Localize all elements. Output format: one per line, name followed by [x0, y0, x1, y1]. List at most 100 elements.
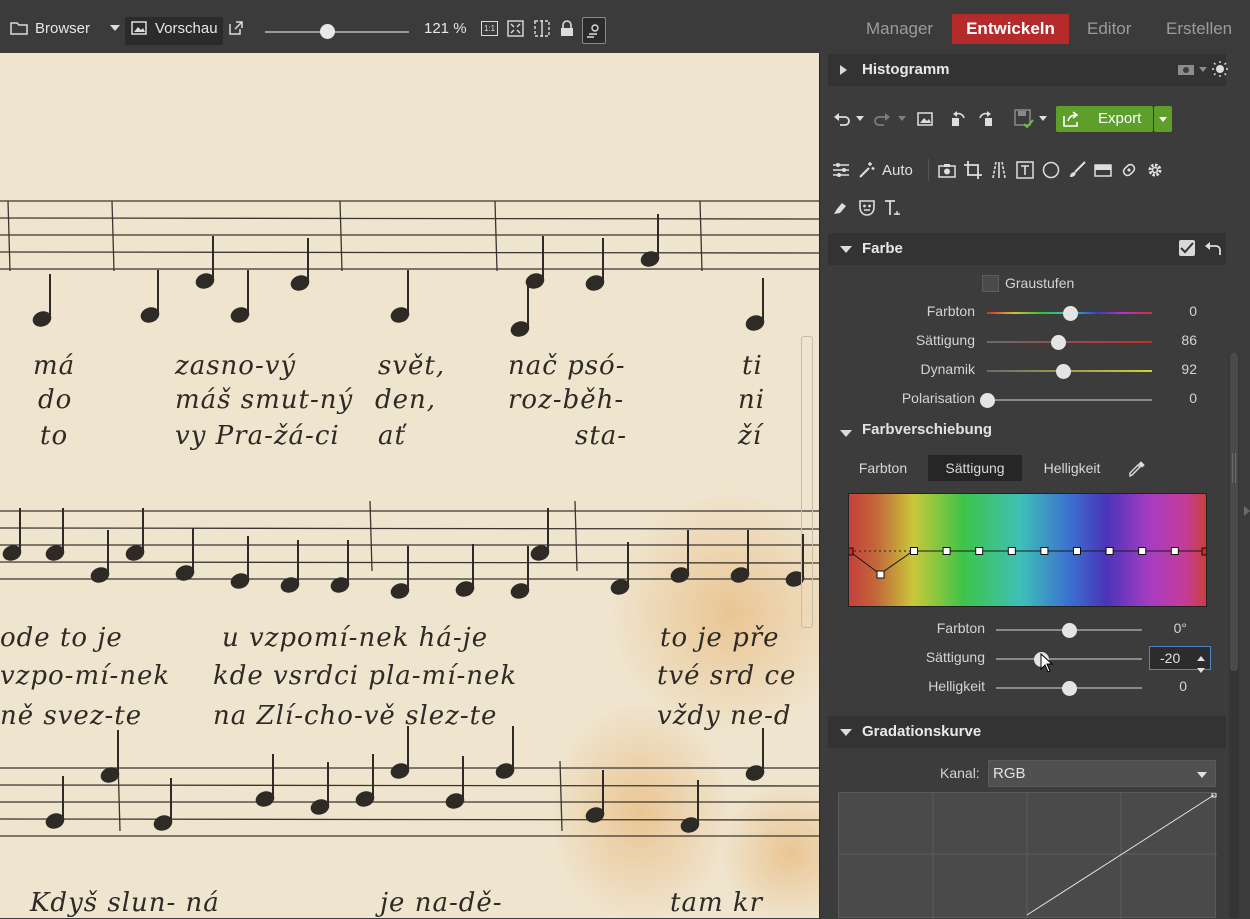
lyric-text: tvé srd ce [657, 661, 797, 691]
info-button[interactable] [582, 17, 606, 44]
slider-value: 92 [1181, 361, 1197, 377]
lyric-text: na Zlí-cho-vě slez-te [213, 701, 498, 731]
vorschau-group: Vorschau [131, 16, 218, 40]
slider-thumb[interactable] [1062, 681, 1077, 696]
slider-track[interactable] [996, 658, 1142, 660]
graustufen-label: Graustufen [1005, 275, 1075, 291]
slider-thumb[interactable] [1050, 335, 1066, 350]
collapse-arrow-icon [840, 729, 852, 736]
lyric-text: roz-běh- [508, 385, 625, 415]
mode-tab-manager[interactable]: Manager [866, 14, 933, 44]
subtab-helligkeit[interactable]: Helligkeit [1034, 455, 1110, 481]
chevron-down-icon [1159, 117, 1167, 122]
camera-icon[interactable] [1178, 62, 1194, 76]
mask-icon[interactable] [858, 199, 876, 217]
camera-icon[interactable] [938, 161, 956, 179]
mode-tab-editor[interactable]: Editor [1087, 14, 1131, 44]
fit-to-screen-button[interactable] [507, 16, 524, 40]
compare-button[interactable] [534, 16, 550, 40]
gradient-filter-icon[interactable] [1094, 161, 1112, 179]
collapse-arrow-icon [840, 430, 852, 437]
panel-collapse-arrow-icon[interactable] [1244, 503, 1250, 519]
sheet-music-image [0, 200, 819, 918]
zoom-slider-track[interactable] [265, 31, 409, 33]
image-icon[interactable] [916, 110, 934, 128]
lock-button[interactable] [560, 16, 574, 40]
browser-button[interactable]: Browser [10, 16, 90, 40]
rotate-left-icon[interactable] [950, 110, 968, 128]
lyric-text: má [33, 351, 76, 381]
mode-tab-entwickeln[interactable]: Entwickeln [952, 14, 1069, 44]
external-window-button[interactable] [228, 16, 244, 40]
lyric-text: svět, [378, 351, 446, 381]
kanal-label: Kanal: [940, 765, 980, 781]
spinner-down-icon[interactable] [1197, 660, 1205, 676]
bandage-icon[interactable] [1120, 161, 1138, 179]
kanal-select[interactable]: RGB [988, 760, 1216, 787]
zoom-slider-thumb[interactable] [320, 24, 335, 39]
magic-wand-icon[interactable] [858, 161, 876, 179]
curve-handle [975, 547, 984, 555]
slider-thumb[interactable] [1055, 364, 1071, 379]
mode-tab-erstellen[interactable]: Erstellen [1166, 14, 1232, 44]
rotate-right-icon[interactable] [976, 110, 994, 128]
browser-dropdown[interactable] [110, 16, 120, 40]
curve-handle [1073, 547, 1081, 555]
slider-thumb[interactable] [980, 393, 995, 408]
subtab-saettigung[interactable]: Sättigung [928, 455, 1022, 481]
gradationskurve-title: Gradationskurve [862, 723, 982, 740]
perspective-icon[interactable] [990, 161, 1008, 179]
slider-track[interactable] [987, 341, 1152, 343]
auto-label[interactable]: Auto [882, 162, 913, 179]
subtab-farbton[interactable]: Farbton [850, 455, 916, 481]
farbe-section-header[interactable]: Farbe [828, 233, 1226, 265]
gradationskurve-section-header[interactable]: Gradationskurve [828, 716, 1226, 748]
circle-icon[interactable] [1042, 161, 1060, 179]
slider-value: 0 [1189, 303, 1197, 319]
lyric-text: nač psó- [508, 351, 626, 381]
reset-icon[interactable] [1204, 239, 1222, 257]
text-frame-icon[interactable] [1016, 161, 1034, 179]
one-to-one-icon: 1:1 [481, 20, 498, 36]
export-button[interactable]: Export [1056, 106, 1153, 132]
slider-thumb[interactable] [1062, 306, 1078, 321]
enable-checkbox[interactable] [1179, 240, 1195, 256]
eraser-icon[interactable] [832, 199, 850, 217]
curve-handle [1040, 547, 1049, 555]
chevron-down-icon[interactable] [856, 115, 864, 121]
tone-curve-editor[interactable] [838, 792, 1217, 919]
save-icon[interactable] [1014, 109, 1034, 129]
color-shift-spectrum[interactable] [848, 493, 1207, 607]
redo-icon[interactable] [872, 110, 892, 128]
gear-icon[interactable] [1146, 161, 1164, 179]
lock-icon [561, 19, 573, 36]
graustufen-checkbox[interactable] [982, 275, 999, 292]
slider-value: 86 [1181, 332, 1197, 348]
lyric-text: vy Pra-žá-ci [175, 421, 340, 451]
panel-scrollbar-thumb[interactable] [1230, 353, 1238, 671]
export-dropdown[interactable] [1154, 106, 1172, 132]
lyric-text: ně svez-te [0, 701, 143, 731]
slider-track[interactable] [987, 399, 1152, 401]
sun-icon[interactable] [1212, 61, 1228, 77]
curve-handle [1105, 547, 1114, 555]
histogram-section-header[interactable]: Histogramm [828, 54, 1228, 86]
undo-icon[interactable] [832, 110, 852, 128]
farbe-title: Farbe [862, 240, 903, 257]
zoom-1to1-button[interactable]: 1:1 [481, 16, 498, 40]
adjustments-icon[interactable] [832, 161, 850, 179]
crop-icon[interactable] [964, 161, 982, 179]
canvas-scroll-indicator[interactable] [801, 336, 813, 628]
chevron-down-icon[interactable] [1198, 62, 1208, 76]
image-icon [131, 21, 147, 35]
eyedropper-icon[interactable] [1128, 460, 1146, 478]
slider-thumb[interactable] [1062, 623, 1077, 638]
slider-label: Sättigung [915, 332, 975, 348]
lyric-text: to je pře [660, 623, 780, 653]
toolbar-divider [928, 159, 929, 181]
image-canvas[interactable]: má zasno-vý svět, nač psó- ti do máš smu… [0, 53, 819, 918]
text-tool-icon[interactable] [884, 199, 902, 217]
brush-icon[interactable] [1068, 161, 1086, 179]
chevron-down-icon[interactable] [898, 115, 906, 121]
chevron-down-icon[interactable] [1039, 115, 1047, 121]
